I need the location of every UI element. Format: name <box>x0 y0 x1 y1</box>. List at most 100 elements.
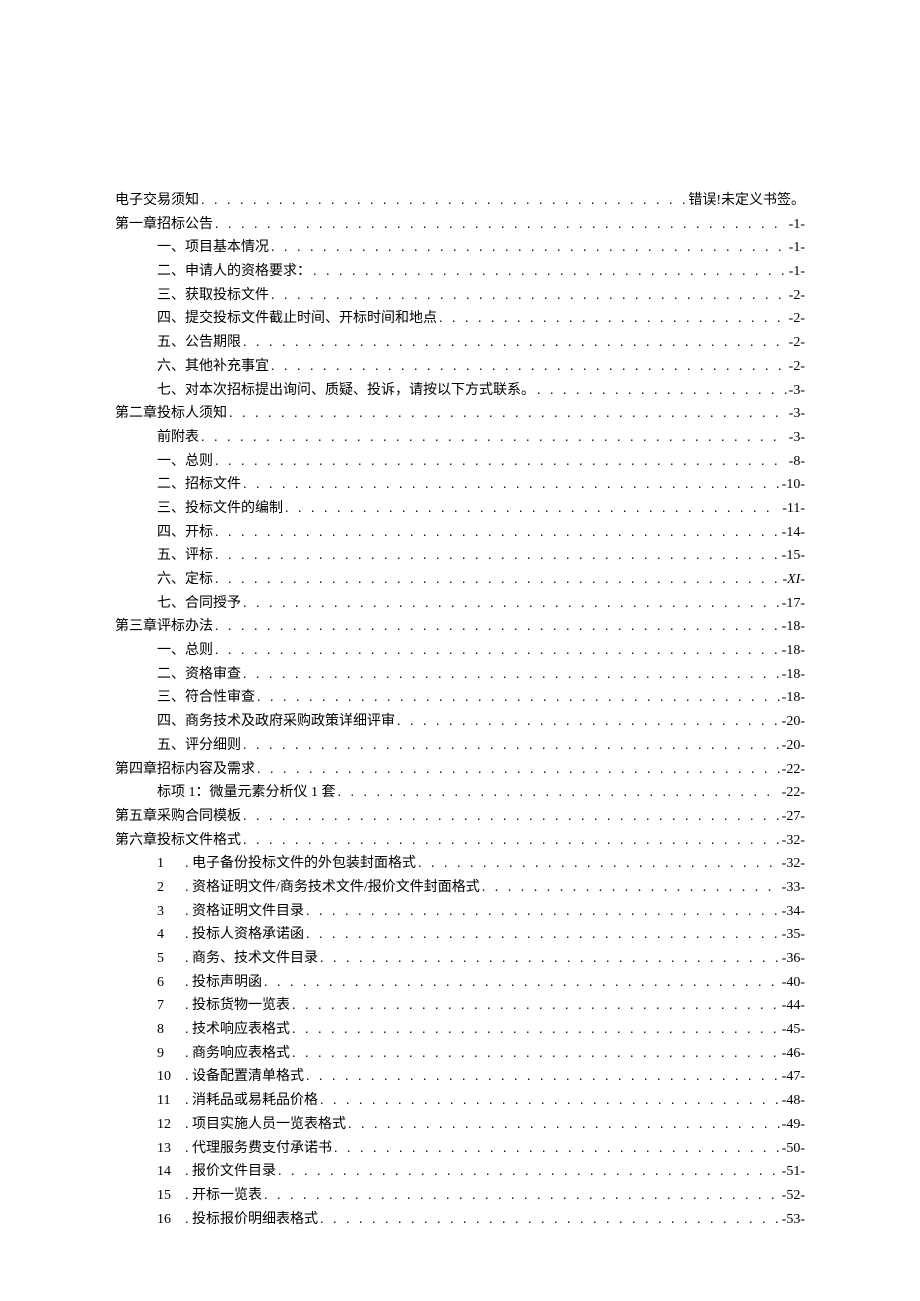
toc-entry-page: -14- <box>782 522 805 544</box>
toc-entry: 五、评分细则-20- <box>115 735 805 757</box>
toc-leader-dots <box>271 285 787 307</box>
toc-entry-page: -3- <box>789 380 805 402</box>
toc-leader-dots <box>292 1043 780 1065</box>
toc-leader-dots <box>334 1138 780 1160</box>
toc-entry-page: -XI- <box>782 569 805 591</box>
toc-entry: 二、招标文件-10- <box>115 474 805 496</box>
toc-entry-title: 7. 投标货物一览表 <box>157 995 290 1017</box>
toc-leader-dots <box>482 877 780 899</box>
toc-entry-page: -10- <box>782 474 805 496</box>
toc-entry-page: -46- <box>782 1043 805 1065</box>
toc-entry-page: -40- <box>782 972 805 994</box>
toc-entry-title: 5. 商务、技术文件目录 <box>157 948 318 970</box>
toc-leader-dots <box>201 427 787 449</box>
toc-entry-title: 三、投标文件的编制 <box>157 498 283 520</box>
toc-entry: 第一章招标公告-1- <box>115 214 805 236</box>
toc-entry: 五、公告期限-2- <box>115 332 805 354</box>
toc-entry-page: -44- <box>782 995 805 1017</box>
toc-entry-page: 错误!未定义书签。 <box>688 190 805 212</box>
toc-entry: 16. 投标报价明细表格式 -53- <box>115 1209 805 1231</box>
toc-leader-dots <box>243 332 787 354</box>
toc-entry-title: 第五章采购合同模板 <box>115 806 241 828</box>
toc-entry-title: 第六章投标文件格式 <box>115 830 241 852</box>
toc-leader-dots <box>215 214 787 236</box>
toc-leader-dots <box>285 498 780 520</box>
toc-entry-title: 14. 报价文件目录 <box>157 1161 276 1183</box>
toc-entry-page: -2- <box>789 285 805 307</box>
toc-leader-dots <box>306 924 780 946</box>
toc-entry-page: -35- <box>782 924 805 946</box>
toc-entry: 2. 资格证明文件/商务技术文件/报价文件封面格式-33- <box>115 877 805 899</box>
toc-entry-title: 二、资格审查 <box>157 664 241 686</box>
toc-entry: 12. 项目实施人员一览表格式-49- <box>115 1114 805 1136</box>
toc-entry-title: 11. 消耗品或易耗品价格 <box>157 1090 318 1112</box>
toc-entry-page: -2- <box>789 356 805 378</box>
toc-entry-title: 一、项目基本情况 <box>157 237 269 259</box>
toc-entry: 电子交易须知 错误!未定义书签。 <box>115 190 805 212</box>
toc-entry-title: 二、申请人的资格要求： <box>157 261 311 283</box>
toc-entry-number: 7 <box>157 995 185 1017</box>
toc-entry-title: 七、合同授予 <box>157 593 241 615</box>
toc-entry-title: 2. 资格证明文件/商务技术文件/报价文件封面格式 <box>157 877 480 899</box>
toc-entry-page: -27- <box>782 806 805 828</box>
table-of-contents: 电子交易须知 错误!未定义书签。第一章招标公告-1-一、项目基本情况 -1- 二、申请… <box>115 190 805 1230</box>
toc-entry-page: -45- <box>782 1019 805 1041</box>
toc-entry-title: 13. 代理服务费支付承诺书 <box>157 1138 332 1160</box>
toc-entry-number: 11 <box>157 1090 185 1112</box>
toc-entry-number: 10 <box>157 1066 185 1088</box>
toc-entry-title: 16. 投标报价明细表格式 <box>157 1209 318 1231</box>
toc-leader-dots <box>397 711 780 733</box>
toc-entry: 六、定标 -XI- <box>115 569 805 591</box>
toc-entry-number: 13 <box>157 1138 185 1160</box>
toc-entry-page: -18- <box>782 616 805 638</box>
toc-entry-title: 五、评标 <box>157 545 213 567</box>
toc-entry: 四、提交投标文件截止时间、开标时间和地点-2- <box>115 308 805 330</box>
toc-leader-dots <box>320 1209 780 1231</box>
toc-entry-page: -3- <box>789 427 805 449</box>
toc-entry-page: -18- <box>782 664 805 686</box>
toc-leader-dots <box>271 356 787 378</box>
toc-entry-title: 12. 项目实施人员一览表格式 <box>157 1114 346 1136</box>
toc-leader-dots <box>271 237 787 259</box>
toc-entry: 二、申请人的资格要求：-1- <box>115 261 805 283</box>
toc-entry: 第五章采购合同模板 -27- <box>115 806 805 828</box>
toc-entry: 七、合同授予-17- <box>115 593 805 615</box>
toc-entry-title: 标项 1：微量元素分析仪 1 套 <box>157 782 336 804</box>
toc-entry: 四、商务技术及政府采购政策详细评审-20- <box>115 711 805 733</box>
toc-entry: 11. 消耗品或易耗品价格-48- <box>115 1090 805 1112</box>
toc-entry: 三、符合性审查-18- <box>115 687 805 709</box>
toc-entry-page: -1- <box>789 214 805 236</box>
toc-leader-dots <box>243 664 780 686</box>
toc-entry: 4. 投标人资格承诺函-35- <box>115 924 805 946</box>
toc-entry: 10. 设备配置清单格式-47- <box>115 1066 805 1088</box>
toc-entry: 8. 技术响应表格式 -45- <box>115 1019 805 1041</box>
toc-leader-dots <box>348 1114 780 1136</box>
toc-entry-page: -2- <box>789 332 805 354</box>
toc-entry-page: -53- <box>782 1209 805 1231</box>
toc-leader-dots <box>264 972 780 994</box>
toc-entry-title: 1. 电子备份投标文件的外包装封面格式 <box>157 853 416 875</box>
toc-entry-title: 电子交易须知 <box>115 190 199 212</box>
toc-entry-number: 14 <box>157 1161 185 1183</box>
toc-entry-page: -8- <box>789 451 805 473</box>
toc-entry-page: -32- <box>782 853 805 875</box>
toc-leader-dots <box>257 759 780 781</box>
toc-entry: 标项 1：微量元素分析仪 1 套-22- <box>115 782 805 804</box>
toc-entry-title: 8. 技术响应表格式 <box>157 1019 290 1041</box>
toc-entry-title: 四、商务技术及政府采购政策详细评审 <box>157 711 395 733</box>
toc-entry-page: -47- <box>782 1066 805 1088</box>
toc-leader-dots <box>264 1185 780 1207</box>
toc-entry-title: 一、总则 <box>157 640 213 662</box>
toc-entry-title: 五、评分细则 <box>157 735 241 757</box>
toc-leader-dots <box>320 948 780 970</box>
toc-entry-number: 2 <box>157 877 185 899</box>
toc-entry-page: -3- <box>789 403 805 425</box>
toc-entry-title: 六、定标 <box>157 569 213 591</box>
toc-entry-number: 15 <box>157 1185 185 1207</box>
toc-leader-dots <box>320 1090 780 1112</box>
toc-entry: 13. 代理服务费支付承诺书-50- <box>115 1138 805 1160</box>
toc-entry: 第六章投标文件格式-32- <box>115 830 805 852</box>
toc-entry: 二、资格审查 -18- <box>115 664 805 686</box>
toc-entry-title: 四、开标 <box>157 522 213 544</box>
toc-entry: 一、总则-8- <box>115 451 805 473</box>
